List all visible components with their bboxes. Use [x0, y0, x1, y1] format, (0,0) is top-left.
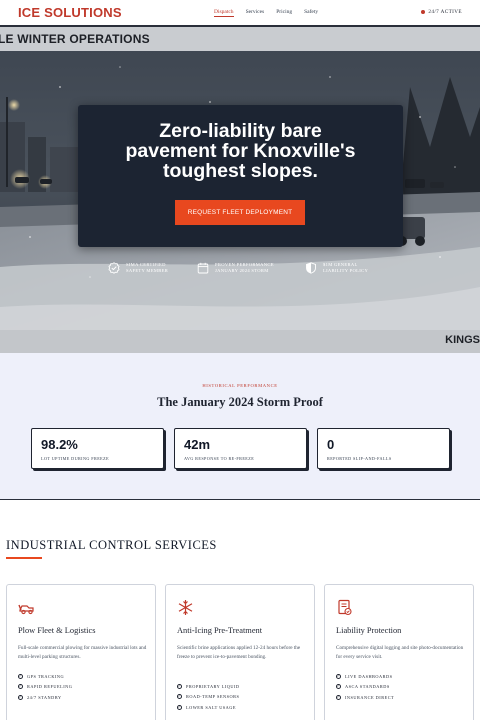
- brand-logo[interactable]: ICE SOLUTIONS: [18, 5, 122, 20]
- badge-liability-text: $1M GENERAL LIABILITY POLICY: [323, 262, 368, 274]
- check-circle-icon: ✓: [177, 694, 182, 700]
- feature-item: ✓ LOWER SALT USAGE: [177, 702, 240, 713]
- status-label: 24/7 ACTIVE: [428, 9, 462, 15]
- badge-sima-line-2: SAFETY MEMBER: [126, 268, 169, 273]
- badge-liability-line-2: LIABILITY POLICY: [323, 268, 369, 273]
- feature-label: ASCA STANDARDS: [345, 684, 390, 690]
- stat-value: 42m: [184, 437, 211, 452]
- card-description: Scientific brine applications applied 12…: [177, 645, 301, 660]
- stat-card-response: 42m AVG RESPONSE TO RE-FREEZE: [174, 428, 307, 469]
- nav-link-safety[interactable]: Safety: [304, 9, 318, 17]
- check-circle-icon: ✓: [18, 684, 23, 690]
- badge-proven-text: PROVEN PERFORMANCE JANUARY 2024 STORM: [215, 262, 274, 274]
- feature-label: INSURANCE DIRECT: [345, 694, 395, 700]
- card-title: Plow Fleet & Logistics: [18, 626, 96, 635]
- stat-label: AVG RESPONSE TO RE-FREEZE: [184, 456, 255, 461]
- feature-item: ✓ GPS TRACKING: [18, 671, 72, 682]
- shield-icon: [306, 262, 316, 274]
- hero-headline-line-3: toughest slopes.: [163, 160, 318, 182]
- check-circle-icon: ✓: [177, 704, 182, 710]
- stat-value: 0: [327, 437, 335, 452]
- service-card-liability[interactable]: Liability Protection Comprehensive digit…: [324, 584, 474, 720]
- status-dot-icon: [421, 10, 426, 14]
- check-circle-icon: ✓: [336, 694, 341, 700]
- badge-proven-line-2: JANUARY 2024 STORM: [215, 268, 269, 273]
- calendar-icon: [197, 262, 209, 274]
- feature-item: ✓ ROAD-TEMP SENSORS: [177, 692, 240, 703]
- feature-label: PROPRIETARY LIQUID: [186, 683, 240, 689]
- service-card-plow[interactable]: Plow Fleet & Logistics Full-scale commer…: [6, 584, 156, 720]
- hero-banner-top-text: LE WINTER OPERATIONS: [0, 32, 150, 46]
- stat-value: 98.2%: [41, 437, 78, 452]
- feature-label: 24/7 STANDBY: [27, 694, 62, 700]
- section-title: The January 2024 Storm Proof: [157, 395, 323, 409]
- nav-link-pricing[interactable]: Pricing: [276, 9, 292, 17]
- check-circle-icon: ✓: [18, 694, 23, 700]
- feature-item: ✓ RAPID REFUELING: [18, 682, 72, 693]
- check-circle-icon: ✓: [336, 684, 341, 690]
- hero-banner-bottom-text: KINGS: [445, 334, 480, 346]
- feature-item: ✓ 24/7 STANDBY: [18, 692, 72, 703]
- feature-item: ✓ INSURANCE DIRECT: [336, 692, 394, 703]
- badge-sima-text: SIMA CERTIFIED SAFETY MEMBER: [126, 262, 168, 274]
- stat-label: LOT UPTIME DURING FREEZE: [41, 456, 110, 461]
- hero-headline-card: Zero-liability bare pavement for Knoxvil…: [78, 105, 403, 247]
- plow-truck-icon: [18, 604, 34, 615]
- hero-section: LE WINTER OPERATIONS KINGS Zero-liabilit…: [0, 27, 480, 353]
- check-badge-icon: [108, 262, 120, 274]
- nav-link-services[interactable]: Services: [246, 9, 265, 17]
- feature-list: ✓ PROPRIETARY LIQUID ✓ ROAD-TEMP SENSORS ✓…: [177, 681, 240, 713]
- card-title: Liability Protection: [336, 626, 402, 635]
- check-circle-icon: ✓: [336, 673, 341, 679]
- badge-liability-policy: $1M GENERAL LIABILITY POLICY: [305, 262, 368, 274]
- feature-label: RAPID REFUELING: [27, 684, 73, 690]
- document-check-icon: [338, 599, 352, 616]
- hero-headline-line-1: Zero-liability bare: [159, 120, 322, 142]
- section-eyebrow: HISTORICAL PERFORMANCE: [202, 383, 278, 388]
- feature-list: ✓ GPS TRACKING ✓ RAPID REFUELING ✓ 24/7 STA…: [18, 671, 72, 703]
- stat-label: REPORTED SLIP-AND-FALLS: [327, 456, 392, 461]
- heading-underline: [6, 557, 42, 559]
- badge-proven-performance: PROVEN PERFORMANCE JANUARY 2024 STORM: [197, 262, 274, 274]
- feature-item: ✓ PROPRIETARY LIQUID: [177, 681, 240, 692]
- feature-item: ✓ ASCA STANDARDS: [336, 682, 394, 693]
- card-description: Full-scale commercial plowing for massiv…: [18, 645, 147, 660]
- badge-sima-certified: SIMA CERTIFIED SAFETY MEMBER: [108, 262, 168, 274]
- feature-list: ✓ LIVE DASHBOARDS ✓ ASCA STANDARDS ✓ INSURA…: [336, 671, 394, 703]
- feature-item: ✓ LIVE DASHBOARDS: [336, 671, 394, 682]
- check-circle-icon: ✓: [18, 673, 23, 679]
- feature-label: LOWER SALT USAGE: [186, 704, 237, 710]
- stat-card-uptime: 98.2% LOT UPTIME DURING FREEZE: [31, 428, 164, 469]
- top-navbar: ICE SOLUTIONS Dispatch Services Pricing …: [0, 0, 480, 27]
- hero-banner-bottom: [0, 330, 480, 353]
- card-description: Comprehensive digital logging and site p…: [336, 645, 464, 660]
- performance-section: HISTORICAL PERFORMANCE The January 2024 …: [0, 353, 480, 500]
- hero-headline: Zero-liability bare pavement for Knoxvil…: [78, 121, 403, 181]
- feature-label: LIVE DASHBOARDS: [345, 673, 393, 679]
- nav-link-dispatch[interactable]: Dispatch: [214, 9, 234, 17]
- feature-label: GPS TRACKING: [27, 673, 65, 679]
- request-fleet-deployment-button[interactable]: REQUEST FLEET DEPLOYMENT: [175, 200, 305, 225]
- service-card-anti-icing[interactable]: Anti-Icing Pre-Treatment Scientific brin…: [165, 584, 315, 720]
- nav-links: Dispatch Services Pricing Safety: [214, 9, 318, 17]
- card-title: Anti-Icing Pre-Treatment: [177, 626, 263, 635]
- feature-label: ROAD-TEMP SENSORS: [186, 694, 240, 700]
- status-indicator: 24/7 ACTIVE: [421, 9, 462, 15]
- hero-headline-line-2: pavement for Knoxville's: [125, 140, 356, 162]
- snowflake-icon: [178, 600, 193, 615]
- stat-card-incidents: 0 REPORTED SLIP-AND-FALLS: [317, 428, 450, 469]
- services-heading: INDUSTRIAL CONTROL SERVICES: [6, 538, 217, 552]
- check-circle-icon: ✓: [177, 683, 182, 689]
